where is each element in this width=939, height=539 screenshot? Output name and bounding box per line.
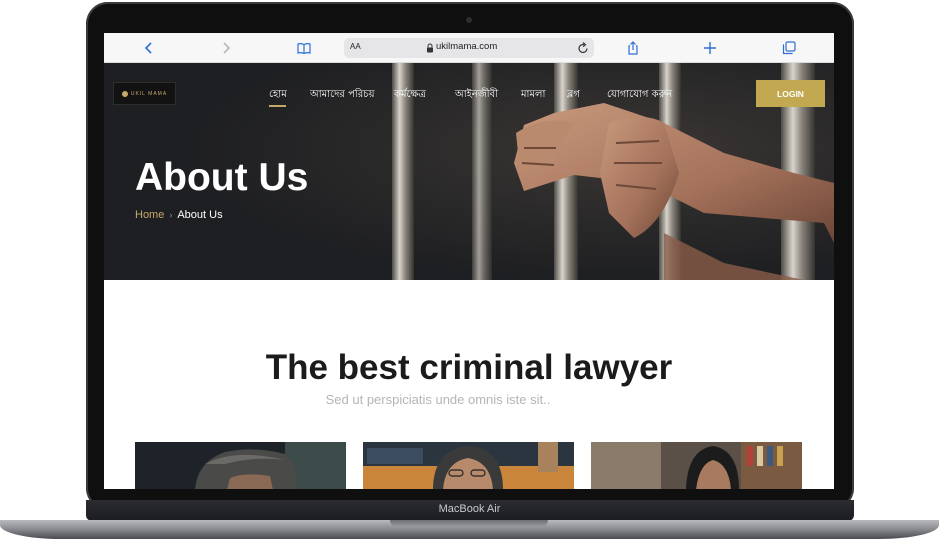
active-nav-indicator	[269, 105, 286, 107]
lawyer-card[interactable]	[135, 442, 346, 489]
forward-icon[interactable]	[217, 39, 235, 57]
logo-mark-icon	[121, 90, 128, 97]
page-title: About Us	[135, 156, 309, 199]
new-tab-icon[interactable]	[701, 39, 719, 57]
lawyer-portrait-image	[591, 442, 802, 489]
login-button[interactable]: LOGIN	[756, 80, 825, 107]
browser-window: AA ukilmama.com UKIL MAMA হোম আমাদের পরি…	[104, 33, 834, 489]
text-size-button[interactable]: AA	[350, 42, 361, 51]
tabs-icon[interactable]	[780, 39, 798, 57]
site-logo[interactable]: UKIL MAMA	[113, 82, 176, 105]
lawyer-card[interactable]	[363, 442, 574, 489]
reload-icon[interactable]	[577, 41, 589, 55]
logo-text: UKIL MAMA	[130, 90, 168, 97]
breadcrumb: Home › About Us	[135, 209, 223, 221]
breadcrumb-separator: ›	[169, 210, 173, 220]
nav-item-cases[interactable]: মামলা	[521, 87, 545, 104]
share-icon[interactable]	[624, 39, 642, 57]
lock-icon	[427, 43, 433, 53]
webcam-icon	[466, 17, 472, 23]
laptop-notch	[390, 520, 548, 527]
lawyer-portrait-image	[135, 442, 346, 489]
lawyer-portrait-image	[363, 442, 574, 489]
browser-toolbar: AA ukilmama.com	[104, 33, 834, 63]
nav-item-home[interactable]: হোম	[269, 87, 287, 104]
bookmarks-icon[interactable]	[295, 39, 313, 57]
nav-item-lawyers[interactable]: আইনজীবী	[455, 87, 498, 104]
nav-item-blog[interactable]: ব্লগ	[567, 87, 580, 104]
back-icon[interactable]	[140, 39, 158, 57]
breadcrumb-home-link[interactable]: Home	[135, 209, 164, 221]
section-subtitle: Sed ut perspiciatis unde omnis iste sit.…	[325, 392, 551, 407]
device-label: MacBook Air	[438, 503, 501, 515]
hero-banner: UKIL MAMA হোম আমাদের পরিচয় কর্মক্ষেত্র …	[104, 63, 834, 280]
lawyer-card[interactable]	[591, 442, 802, 489]
breadcrumb-current: About Us	[177, 209, 223, 221]
nav-item-contact[interactable]: যোগাযোগ করুন	[607, 87, 672, 104]
url-text: ukilmama.com	[436, 41, 498, 52]
section-title: The best criminal lawyer	[265, 348, 673, 387]
nav-item-about[interactable]: আমাদের পরিচয়	[310, 87, 375, 104]
nav-item-practice-areas[interactable]: কর্মক্ষেত্র	[394, 87, 426, 104]
address-bar[interactable]: AA ukilmama.com	[344, 38, 594, 58]
